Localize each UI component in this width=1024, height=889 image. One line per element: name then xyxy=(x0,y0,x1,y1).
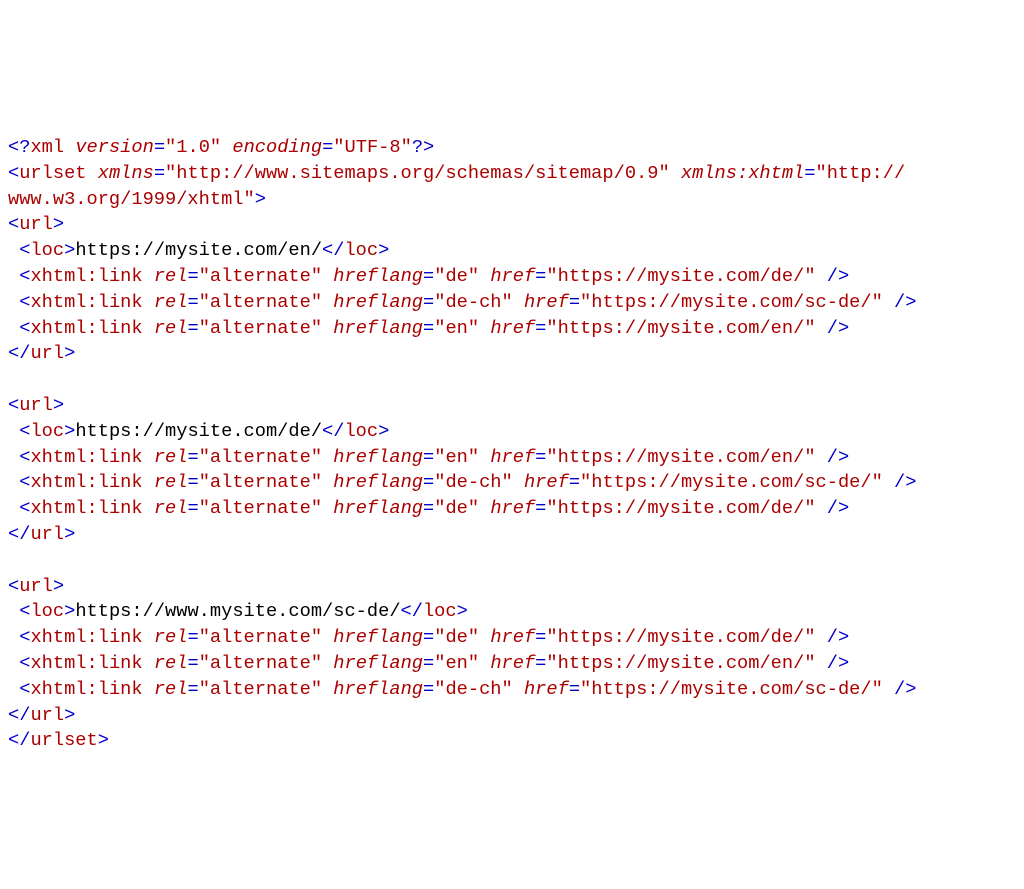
xhtml-link: <xhtml:link rel="alternate" hreflang="de… xyxy=(8,471,916,493)
loc-element: <loc>https://mysite.com/en/</loc> xyxy=(8,239,389,261)
urlset-close: </urlset> xyxy=(8,729,109,751)
urlset-open-line1: <urlset xmlns="http://www.sitemaps.org/s… xyxy=(8,162,905,184)
url-open: <url> xyxy=(8,394,64,416)
xhtml-link: <xhtml:link rel="alternate" hreflang="de… xyxy=(8,291,916,313)
xhtml-link: <xhtml:link rel="alternate" hreflang="de… xyxy=(8,678,916,700)
xml-code-block: <?xml version="1.0" encoding="UTF-8"?> <… xyxy=(8,109,1016,754)
url-open: <url> xyxy=(8,213,64,235)
loc-element: <loc>https://mysite.com/de/</loc> xyxy=(8,420,389,442)
url-close: </url> xyxy=(8,342,75,364)
url-open: <url> xyxy=(8,575,64,597)
xhtml-link: <xhtml:link rel="alternate" hreflang="en… xyxy=(8,446,849,468)
xhtml-link: <xhtml:link rel="alternate" hreflang="en… xyxy=(8,317,849,339)
urlset-open-line2: www.w3.org/1999/xhtml"> xyxy=(8,188,266,210)
xhtml-link: <xhtml:link rel="alternate" hreflang="en… xyxy=(8,652,849,674)
url-close: </url> xyxy=(8,704,75,726)
loc-element: <loc>https://www.mysite.com/sc-de/</loc> xyxy=(8,600,468,622)
xml-declaration: <?xml version="1.0" encoding="UTF-8"?> xyxy=(8,136,434,158)
xhtml-link: <xhtml:link rel="alternate" hreflang="de… xyxy=(8,626,849,648)
url-close: </url> xyxy=(8,523,75,545)
xhtml-link: <xhtml:link rel="alternate" hreflang="de… xyxy=(8,497,849,519)
xhtml-link: <xhtml:link rel="alternate" hreflang="de… xyxy=(8,265,849,287)
